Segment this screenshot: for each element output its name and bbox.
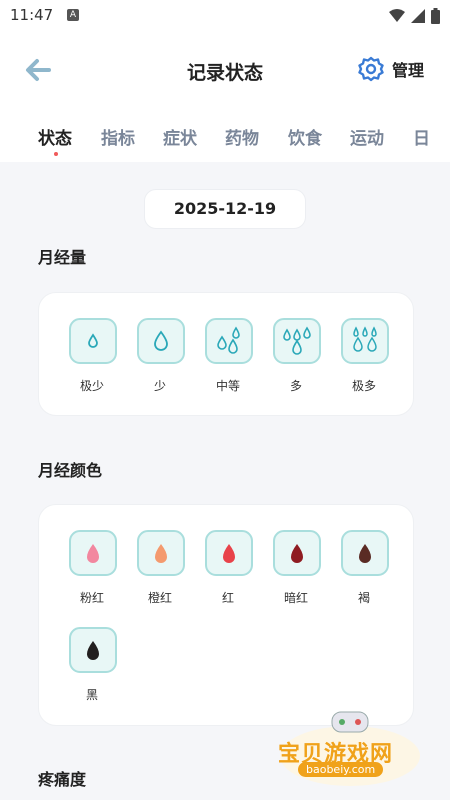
status-time: 11:47 — [10, 6, 54, 24]
black-drop-icon — [69, 627, 117, 673]
pain-section-title: 疼痛度 — [38, 770, 87, 789]
tab-medication[interactable]: 药物 — [225, 124, 259, 149]
status-bar: 11:47 A — [0, 0, 450, 32]
color-card: 粉红 橙红 红 暗红 褐 黑 — [38, 504, 414, 726]
date-selector[interactable]: 2025-12-19 — [144, 189, 306, 229]
many-drops-icon — [341, 318, 389, 364]
tab-status[interactable]: 状态 — [38, 124, 72, 149]
gear-icon — [358, 56, 384, 82]
color-option-pink[interactable]: 粉红 — [69, 530, 117, 606]
flow-option-very-heavy[interactable]: 极多 — [341, 318, 389, 394]
orange-red-drop-icon — [137, 530, 185, 576]
dark-red-drop-icon — [273, 530, 321, 576]
pink-drop-icon — [69, 530, 117, 576]
color-option-label: 暗红 — [283, 591, 308, 605]
flow-option-very-light[interactable]: 极少 — [69, 318, 117, 394]
flow-option-medium[interactable]: 中等 — [205, 318, 253, 394]
category-tabs: 状态 指标 症状 药物 饮食 运动 日 — [0, 110, 450, 162]
single-small-drop-icon — [69, 318, 117, 364]
manage-button[interactable]: 管理 — [358, 56, 424, 82]
color-option-label: 黑 — [85, 688, 98, 702]
signal-icon — [411, 9, 425, 23]
flow-option-label: 多 — [289, 379, 302, 393]
flow-card: 极少 少 中等 多 极多 — [38, 292, 414, 416]
tab-metrics[interactable]: 指标 — [101, 124, 135, 149]
color-option-label: 橙红 — [147, 591, 172, 605]
color-option-brown[interactable]: 褐 — [341, 530, 389, 606]
flow-option-label: 中等 — [215, 379, 240, 393]
color-section-title: 月经颜色 — [38, 461, 103, 480]
single-drop-icon — [137, 318, 185, 364]
three-drops-icon — [205, 318, 253, 364]
flow-option-heavy[interactable]: 多 — [273, 318, 321, 394]
watermark-url: baobeiy.com — [298, 762, 384, 777]
flow-option-label: 少 — [153, 379, 166, 393]
flow-option-light[interactable]: 少 — [137, 318, 185, 394]
system-icons — [389, 8, 440, 24]
red-drop-icon — [205, 530, 253, 576]
tab-symptoms[interactable]: 症状 — [163, 124, 197, 149]
tab-diet[interactable]: 饮食 — [288, 124, 322, 149]
battery-icon — [431, 8, 440, 24]
color-option-red[interactable]: 红 — [205, 530, 253, 606]
color-option-label: 红 — [221, 591, 234, 605]
wifi-icon — [389, 9, 405, 22]
top-bar: 记录状态 管理 — [0, 32, 450, 110]
manage-label: 管理 — [391, 61, 424, 80]
tab-exercise[interactable]: 运动 — [350, 124, 384, 149]
flow-option-label: 极多 — [351, 379, 376, 393]
brown-drop-icon — [341, 530, 389, 576]
four-drops-icon — [273, 318, 321, 364]
flow-option-label: 极少 — [79, 379, 104, 393]
flow-section-title: 月经量 — [38, 248, 87, 267]
color-option-dark-red[interactable]: 暗红 — [273, 530, 321, 606]
color-option-orange-red[interactable]: 橙红 — [137, 530, 185, 606]
active-tab-indicator — [54, 152, 58, 156]
tab-diary[interactable]: 日 — [413, 124, 430, 149]
color-option-label: 褐 — [357, 591, 370, 605]
color-option-label: 粉红 — [79, 591, 104, 605]
notification-icon: A — [67, 9, 79, 21]
color-option-black[interactable]: 黑 — [69, 627, 117, 703]
